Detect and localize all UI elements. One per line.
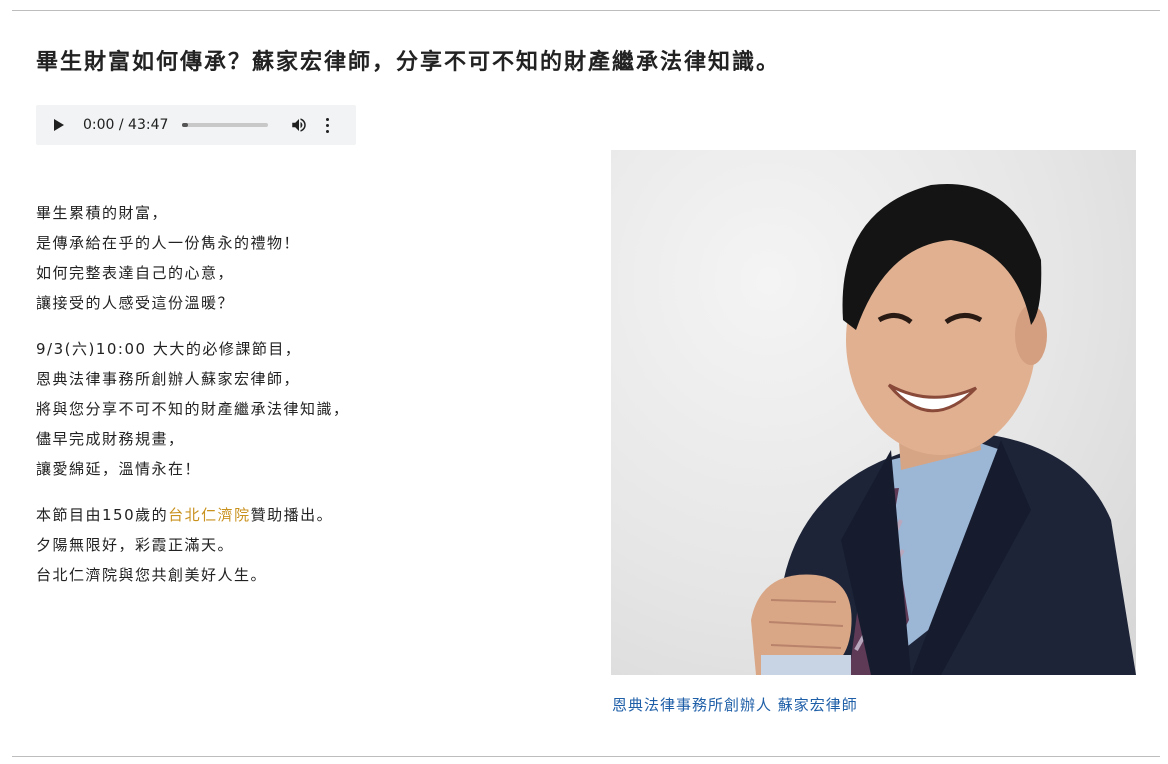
text-line: 是傳承給在乎的人一份雋永的禮物！ [36, 234, 301, 252]
sponsor-link[interactable]: 台北仁濟院 [168, 506, 251, 524]
photo-caption[interactable]: 恩典法律事務所創辦人 蘇家宏律師 [612, 694, 858, 715]
text-line: 儘早完成財務規畫， [36, 430, 185, 448]
lawyer-portrait-photo [611, 150, 1136, 675]
paragraph-sponsor: 本節目由150歲的台北仁濟院贊助播出。 夕陽無限好，彩霞正滿天。 台北仁濟院與您… [36, 500, 576, 590]
paragraph-program: 9/3(六)10:00 大大的必修課節目， 恩典法律事務所創辦人蘇家宏律師， 將… [36, 334, 576, 484]
play-icon[interactable] [54, 119, 64, 131]
bottom-divider [12, 756, 1160, 757]
audio-player[interactable]: 0:00 / 43:47 [36, 105, 356, 145]
volume-icon[interactable] [290, 116, 308, 134]
text-line: 夕陽無限好，彩霞正滿天。 [36, 536, 235, 554]
article-body: 畢生累積的財富， 是傳承給在乎的人一份雋永的禮物！ 如何完整表達自己的心意， 讓… [36, 198, 576, 606]
more-vertical-icon[interactable] [324, 117, 330, 133]
page-title: 畢生財富如何傳承？蘇家宏律師，分享不可不知的財產繼承法律知識。 [36, 50, 781, 75]
audio-progress-fill [182, 123, 189, 127]
sponsor-line: 本節目由150歲的台北仁濟院贊助播出。 [36, 500, 576, 530]
portrait-illustration [751, 183, 1136, 675]
text-line: 恩典法律事務所創辦人蘇家宏律師， [36, 370, 301, 388]
text-line: 9/3(六)10:00 大大的必修課節目， [36, 340, 302, 358]
text-line: 讓接受的人感受這份溫暖？ [36, 294, 235, 312]
sponsor-suffix: 贊助播出。 [250, 506, 334, 524]
text-line: 台北仁濟院與您共創美好人生。 [36, 566, 268, 584]
text-line: 將與您分享不可不知的財產繼承法律知識， [36, 400, 350, 418]
top-divider [12, 10, 1160, 11]
text-line: 讓愛綿延，溫情永在！ [36, 460, 202, 478]
paragraph-intro: 畢生累積的財富， 是傳承給在乎的人一份雋永的禮物！ 如何完整表達自己的心意， 讓… [36, 198, 576, 318]
text-line: 畢生累積的財富， [36, 204, 169, 222]
text-line: 如何完整表達自己的心意， [36, 264, 235, 282]
audio-time: 0:00 / 43:47 [83, 117, 169, 133]
audio-progress-bar[interactable] [182, 123, 269, 127]
sponsor-prefix: 本節目由150歲的 [36, 506, 169, 524]
